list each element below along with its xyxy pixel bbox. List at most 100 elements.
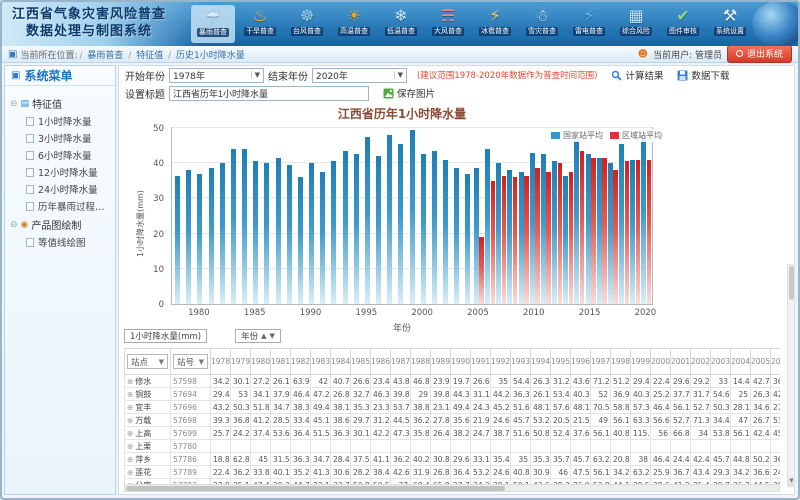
value-cell: 28.5	[271, 414, 291, 427]
station-cell[interactable]: ⊕萍乡	[125, 453, 171, 466]
sidebar-item[interactable]: 历年暴雨过程平均雨量	[26, 199, 112, 213]
value-cell: 52.4	[551, 427, 571, 440]
sidebar-item[interactable]: 24小时降水量	[26, 182, 112, 196]
station-cell[interactable]: ⊕铜鼓	[125, 388, 171, 401]
year-column-header[interactable]: 2005	[751, 349, 771, 375]
year-column-header[interactable]: 1984	[331, 349, 351, 375]
download-button[interactable]: 数据下载	[677, 68, 729, 82]
year-column-header[interactable]: 1986	[371, 349, 391, 375]
vertical-scrollbar-thumb[interactable]	[789, 266, 794, 300]
scroll-down-arrow[interactable]: ▼	[788, 477, 795, 486]
year-column-header[interactable]: 2000	[651, 349, 671, 375]
station-cell[interactable]: ⊕万载	[125, 414, 171, 427]
year-column-header[interactable]: 2006	[771, 349, 781, 375]
year-column-header[interactable]: 1988	[411, 349, 431, 375]
station-cell[interactable]: ⊕宜丰	[125, 401, 171, 414]
year-column-header[interactable]: 1980	[251, 349, 271, 375]
year-column-header[interactable]: 1982	[291, 349, 311, 375]
sidebar-item[interactable]: 6小时降水量	[26, 148, 112, 162]
sidebar-item[interactable]: 等值线绘图	[26, 235, 112, 249]
value-cell: 47.5	[571, 466, 591, 479]
toolbar-item-composite-risk[interactable]: ▦综合风险	[614, 5, 658, 43]
station-cell[interactable]: ⊕上高	[125, 427, 171, 440]
year-column-header[interactable]: 1983	[311, 349, 331, 375]
col-station-box[interactable]: 站点▼	[127, 354, 168, 369]
breadcrumb-item[interactable]: 特征值	[136, 51, 163, 61]
calculate-button[interactable]: 计算结果	[611, 68, 663, 82]
chart-title-input[interactable]	[169, 86, 369, 101]
year-column-header[interactable]: 1998	[611, 349, 631, 375]
year-column-header[interactable]: 1991	[471, 349, 491, 375]
end-year-select[interactable]: 2020年 ▼	[312, 68, 407, 83]
year-column-header[interactable]: 1997	[591, 349, 611, 375]
value-cell: 29.3	[711, 466, 731, 479]
year-column-header[interactable]: 1994	[531, 349, 551, 375]
year-column-header[interactable]: 2001	[671, 349, 691, 375]
table-scroll-region[interactable]: 站点▼站号▼1978197919801981198219831984198519…	[124, 348, 780, 484]
year-column-header[interactable]: 1979	[231, 349, 251, 375]
expand-icon[interactable]: ⊕	[127, 442, 133, 451]
vertical-scrollbar[interactable]: ▼	[787, 264, 795, 487]
toolbar-item-settings[interactable]: ⚒系统设置	[708, 5, 752, 43]
expand-icon[interactable]: ⊕	[127, 416, 133, 425]
year-column-header[interactable]: 1993	[511, 349, 531, 375]
toolbar-item-rainstorm[interactable]: ☔暴雨普查	[191, 5, 235, 43]
expand-icon[interactable]: ⊕	[127, 403, 133, 412]
year-column-header[interactable]: 1978	[211, 349, 231, 375]
station-cell[interactable]: ⊕修水	[125, 375, 171, 388]
toolbar-item-snow[interactable]: ☃雪灾普查	[520, 5, 564, 43]
toolbar-item-lightning[interactable]: ⚡雷电普查	[567, 5, 611, 43]
breadcrumb-item[interactable]: 暴雨普查	[87, 51, 123, 61]
year-column-header[interactable]: 1985	[351, 349, 371, 375]
magnifier-icon	[611, 70, 622, 81]
sidebar-item[interactable]: 12小时降水量	[26, 165, 112, 179]
value-cell: 49.4	[311, 401, 331, 414]
year-column-header[interactable]: 1981	[271, 349, 291, 375]
toolbar-item-gale[interactable]: ☴大风普查	[426, 5, 470, 43]
logout-button[interactable]: 退出系统	[727, 45, 792, 63]
year-filter-dropdown[interactable]: 年份 ▲ ▼	[235, 329, 281, 343]
toolbar-item-drought[interactable]: ♨干旱普查	[238, 5, 282, 43]
logout-label: 退出系统	[747, 47, 783, 60]
year-column-header[interactable]: 1999	[631, 349, 651, 375]
value-cell: 30.6	[331, 466, 351, 479]
year-column-header[interactable]: 2004	[731, 349, 751, 375]
year-column-header[interactable]: 1992	[491, 349, 511, 375]
year-column-header[interactable]: 1987	[391, 349, 411, 375]
horizontal-scrollbar[interactable]	[124, 484, 780, 492]
sidebar-group-0[interactable]: ⊖▤特征值	[10, 96, 112, 111]
toolbar-item-low-temp[interactable]: ❄低温普查	[379, 5, 423, 43]
expand-icon[interactable]: ⊕	[127, 455, 133, 464]
toolbar-item-typhoon[interactable]: ☸台风普查	[285, 5, 329, 43]
bar-national-1991	[320, 172, 325, 304]
collapse-icon[interactable]: ⊖	[10, 99, 18, 109]
breadcrumb-item[interactable]: 历史1小时降水量	[176, 51, 245, 61]
year-column-header[interactable]: 1996	[571, 349, 591, 375]
horizontal-scrollbar-thumb[interactable]	[126, 486, 505, 491]
toolbar-item-hail[interactable]: ⚡冰雹普查	[473, 5, 517, 43]
value-cell	[451, 440, 471, 453]
toolbar-item-high-temp[interactable]: ☀高温普查	[332, 5, 376, 43]
value-cell: 36.4	[451, 466, 471, 479]
expand-icon[interactable]: ⊕	[127, 468, 133, 477]
expand-icon[interactable]: ⊕	[127, 390, 133, 399]
station-cell[interactable]: ⊕上栗	[125, 440, 171, 453]
unit-box: 1小时降水量(mm)	[124, 329, 207, 343]
station-cell[interactable]: ⊕莲花	[125, 466, 171, 479]
start-year-select[interactable]: 1978年 ▼	[169, 68, 264, 83]
sidebar-item[interactable]: 1小时降水量	[26, 114, 112, 128]
col-station-id-box[interactable]: 站号▼	[173, 354, 208, 369]
save-image-button[interactable]: 保存图片	[383, 86, 435, 100]
collapse-icon[interactable]: ⊖	[10, 220, 18, 230]
year-column-header[interactable]: 2003	[711, 349, 731, 375]
sidebar-group-1[interactable]: ⊖◉产品图绘制	[10, 217, 112, 232]
year-column-header[interactable]: 1989	[431, 349, 451, 375]
year-column-header[interactable]: 2002	[691, 349, 711, 375]
year-column-header[interactable]: 1990	[451, 349, 471, 375]
expand-icon[interactable]: ⊕	[127, 377, 133, 386]
year-column-header[interactable]: 1995	[551, 349, 571, 375]
value-cell: 47	[731, 414, 751, 427]
expand-icon[interactable]: ⊕	[127, 429, 133, 438]
toolbar-item-map-review[interactable]: ✔图件审核	[661, 5, 705, 43]
sidebar-item[interactable]: 3小时降水量	[26, 131, 112, 145]
